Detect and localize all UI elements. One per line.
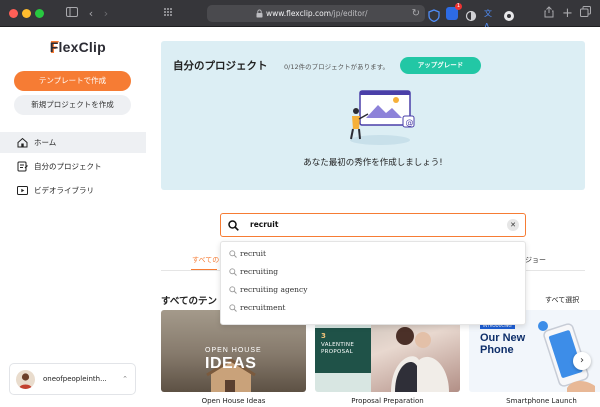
creator-illustration: @ (350, 90, 415, 145)
suggestion-label: recruiting agency (240, 285, 308, 294)
page: FFlexClip テンプレートで作成 新規プロジェクトを作成 ホーム 自分のプ… (0, 27, 600, 407)
new-project-button[interactable]: 新規プロジェクトを作成 (14, 95, 131, 115)
suggestion-item[interactable]: recruiting (221, 263, 525, 281)
project-icon (17, 161, 28, 172)
user-name: oneofpeopleinth... (43, 375, 107, 383)
suggestion-label: recruit (240, 249, 267, 258)
sidebar-item-label: ビデオライブラリ (34, 186, 94, 195)
template-label: Open House Ideas (201, 397, 266, 405)
suggestion-label: recruiting (240, 267, 279, 276)
page-title: 自分のプロジェクト (173, 60, 268, 72)
avatar (16, 370, 35, 389)
sidebar-item-video-library[interactable]: ビデオライブラリ (0, 180, 146, 201)
translate-extension-icon[interactable]: 文A (484, 7, 496, 31)
search-suggestions: recruit recruiting recruiting agency rec… (220, 241, 526, 325)
template-heading: VALENTINE PROPOSAL (321, 342, 355, 355)
sidebar-item-projects[interactable]: 自分のプロジェクト (0, 156, 146, 177)
new-tab-icon[interactable]: + (562, 6, 573, 21)
sidebar-toggle-icon[interactable] (66, 6, 78, 21)
projects-hero: 自分のプロジェクト 0/12件のプロジェクトがあります。 アップグレード @ あ… (161, 41, 585, 190)
user-menu[interactable]: oneofpeopleinth... ⌃ (9, 363, 136, 395)
forward-icon[interactable]: › (102, 6, 110, 21)
close-window-button[interactable] (9, 9, 18, 18)
search-query: recruit (250, 220, 279, 229)
carousel-next-button[interactable]: › (573, 352, 591, 370)
svg-text:@: @ (406, 118, 414, 127)
bitwarden-extension-icon[interactable]: 1 (446, 3, 462, 20)
section-title: すべてのテン (161, 296, 217, 307)
search-icon (228, 220, 239, 231)
minimize-window-button[interactable] (22, 9, 31, 18)
template-subheading: IDEAS (205, 355, 257, 372)
search-icon (229, 268, 237, 276)
tab-overview-icon[interactable] (162, 6, 174, 21)
search-icon (229, 304, 237, 312)
suggestion-item[interactable]: recruiting agency (221, 281, 525, 299)
search-icon (229, 250, 237, 258)
app-logo[interactable]: FFlexClip (50, 39, 106, 55)
address-bar[interactable]: www.flexclip.com/jp/editor/ ↻ (207, 5, 425, 22)
sidebar-item-label: ホーム (34, 138, 57, 147)
browser-toolbar: ‹ › www.flexclip.com/jp/editor/ ↻ 1 文A + (0, 0, 600, 31)
lock-icon (256, 9, 263, 18)
sidebar-item-home[interactable]: ホーム (0, 132, 146, 153)
tab-all[interactable]: すべての (192, 255, 219, 265)
puzzle-extension-icon[interactable] (503, 7, 515, 21)
search-icon (229, 286, 237, 294)
maximize-window-button[interactable] (35, 9, 44, 18)
template-label: Proposal Preparation (351, 397, 424, 405)
upgrade-button[interactable]: アップグレード (400, 57, 481, 74)
video-library-icon (17, 186, 28, 195)
notification-badge: 1 (455, 3, 462, 10)
share-icon[interactable] (544, 6, 554, 21)
suggestion-label: recruitment (240, 303, 286, 312)
template-label: Smartphone Launch (506, 397, 577, 405)
tabs-icon[interactable] (580, 6, 591, 21)
empty-state-message: あなた最初の秀作を作成しましょう! (303, 158, 443, 168)
reload-icon[interactable]: ↻ (412, 6, 420, 21)
sidebar-item-label: 自分のプロジェクト (34, 162, 102, 171)
search-input[interactable]: recruit ✕ (220, 213, 526, 237)
suggestion-item[interactable]: recruit (221, 245, 525, 263)
home-icon (17, 137, 28, 148)
clear-search-icon[interactable]: ✕ (507, 219, 519, 231)
sidebar: FFlexClip テンプレートで作成 新規プロジェクトを作成 ホーム 自分のプ… (0, 27, 146, 407)
back-icon[interactable]: ‹ (87, 6, 95, 21)
project-count: 0/12件のプロジェクトがあります。 (284, 63, 389, 71)
select-all-link[interactable]: すべて選択 (545, 295, 579, 305)
shield-extension-icon[interactable] (428, 7, 440, 23)
template-number: 3 (321, 332, 326, 340)
contrast-extension-icon[interactable] (465, 7, 477, 22)
template-heading: OPEN HOUSE (205, 347, 262, 354)
suggestion-item[interactable]: recruitment (221, 299, 525, 317)
chevron-up-icon: ⌃ (122, 375, 128, 383)
create-from-template-button[interactable]: テンプレートで作成 (14, 71, 131, 91)
template-heading: Our New Phone (480, 332, 526, 356)
url-text: www.flexclip.com/jp/editor/ (266, 9, 368, 18)
tab-promotion[interactable]: ジョー (525, 255, 546, 265)
